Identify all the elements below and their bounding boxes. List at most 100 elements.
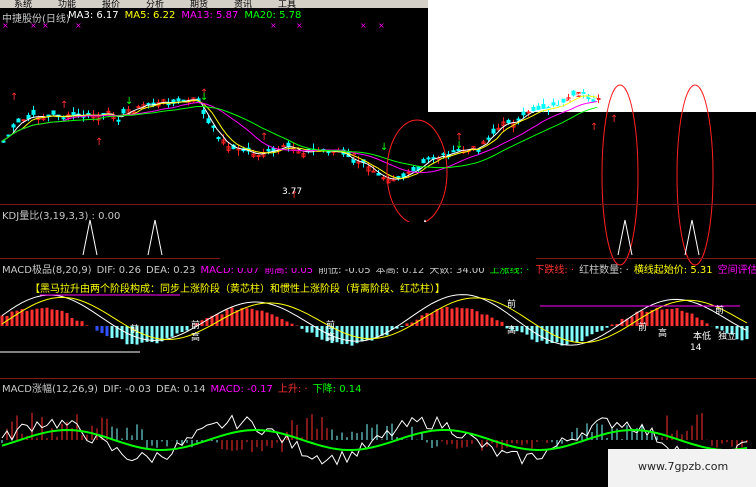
candlestick (61, 117, 66, 120)
signal-marker: ↓ (125, 96, 133, 107)
legend-item: 下跌线: · (534, 265, 575, 276)
watermark-text: www.7gpzb.com (638, 460, 729, 473)
dif-line (1, 294, 748, 346)
stock-title: 中捷股份(日线) (2, 14, 70, 25)
legend-item: DEA: 0.23 (146, 265, 196, 276)
candlestick (121, 108, 126, 114)
legend-item: MA13: 5.87 (181, 10, 239, 21)
legend-item: MA5: 6.22 (124, 10, 176, 21)
legend-item: 上升: · (277, 384, 308, 395)
candlestick (266, 149, 271, 152)
dea-line (1, 296, 748, 344)
candlestick (551, 102, 556, 106)
signal-marker: ↑ (260, 132, 268, 143)
candlestick (506, 119, 511, 124)
candlestick (596, 97, 601, 100)
signal-marker: ↑ (610, 114, 618, 125)
signal-marker: × (75, 21, 82, 30)
legend-item: 下降: 0.14 (312, 384, 362, 395)
candlestick (211, 125, 216, 128)
candlestick (491, 128, 496, 134)
signal-marker: × (296, 21, 303, 30)
candlestick (571, 90, 576, 96)
kdj-label: KDJ量比(3,19,3,3) : 0.00 (2, 211, 121, 222)
candlestick (206, 118, 211, 124)
signal-marker: × (360, 21, 367, 30)
candlestick (281, 145, 286, 148)
candlestick (376, 173, 381, 176)
legend-item: MACD: -0.17 (210, 384, 273, 395)
candlestick (176, 98, 181, 102)
legend-item: DIF: -0.03 (102, 384, 151, 395)
legend-item: DEA: 0.14 (156, 384, 206, 395)
legend-item: 红柱数量: · (579, 265, 629, 276)
macd-annotation: 前 (130, 325, 140, 335)
panel-divider (0, 204, 756, 205)
signal-marker: ↑ (590, 122, 598, 133)
legend-item: DIF: 0.26 (96, 265, 142, 276)
occluded-region (220, 222, 536, 268)
signal-marker: ↑ (95, 137, 103, 148)
macd-annotation: 高 (507, 326, 517, 336)
macd-annotation: 前 (638, 323, 648, 333)
candlestick (256, 154, 261, 157)
candlestick (411, 166, 416, 172)
ma3-line (1, 93, 598, 180)
macd-annotation: 14 (690, 343, 702, 353)
signal-marker: × (378, 21, 385, 30)
candlestick (406, 171, 411, 174)
kdj-spike (147, 219, 163, 256)
candlestick (486, 137, 491, 140)
legend-item: 横线起始价: 5.31 (633, 265, 713, 276)
macd-annotation: 前 (507, 300, 517, 310)
signal-marker: × (270, 21, 277, 30)
signal-marker: ↑ (350, 152, 358, 163)
candlestick (521, 111, 526, 116)
candlestick (116, 119, 121, 122)
candlestick (21, 119, 26, 122)
legend-item: MACD极品(8,20,9) (2, 265, 92, 276)
macd-annotation: 独立 (718, 332, 737, 342)
candlestick (201, 109, 206, 114)
kdj-spike (684, 219, 700, 256)
watermark-box: www.7gpzb.com (608, 449, 756, 487)
highlight-ellipse (601, 84, 639, 266)
signal-marker: ↓ (200, 92, 208, 103)
candlestick (86, 112, 91, 115)
ma-legend: MA3: 6.17 MA5: 6.22 MA13: 5.87 MA20: 5.78 (68, 10, 307, 21)
price-annotation: 3.77 (282, 187, 303, 197)
candlestick (286, 142, 291, 147)
candlestick (516, 118, 521, 121)
signal-marker: ↓ (455, 140, 463, 151)
legend-item: MACD涨幅(12,26,9) (2, 384, 98, 395)
macd-annotation: 本低 (693, 332, 712, 342)
highlight-ellipse (676, 84, 714, 266)
legend-item: 空间评估: 13.94 (717, 265, 756, 276)
candlestick (216, 137, 221, 140)
candlestick (16, 118, 21, 123)
candlestick (531, 106, 536, 112)
macd2-legend: MACD涨幅(12,26,9) DIF: -0.03 DEA: 0.14 MACD: … (2, 380, 366, 395)
macd2-dea-line (1, 428, 748, 452)
signal-marker: ↑ (10, 92, 18, 103)
candlestick (136, 106, 141, 109)
candlestick (371, 170, 376, 173)
candlestick (541, 104, 546, 109)
macd-annotation: 前 (715, 306, 725, 316)
candlestick (31, 109, 36, 115)
candlestick (11, 124, 16, 128)
ma13-line (1, 101, 598, 174)
candlestick (146, 103, 151, 106)
candlestick (26, 114, 31, 120)
candlestick (426, 157, 431, 160)
macd-annotation: 高 (191, 333, 201, 343)
signal-marker: ↓ (380, 142, 388, 153)
macd-description: 【黑马拉升由两个阶段构成：同步上涨阶段（黄芯柱）和惯性上涨阶段（背离阶段、红芯柱… (30, 284, 445, 295)
legend-item: MA20: 5.78 (244, 10, 302, 21)
candlestick (536, 105, 541, 111)
candlestick (561, 98, 566, 103)
legend-item: MA3: 6.17 (68, 10, 119, 21)
candlestick (166, 103, 171, 106)
kdj-spike (82, 219, 98, 256)
macd-annotation: 高 (658, 329, 668, 339)
